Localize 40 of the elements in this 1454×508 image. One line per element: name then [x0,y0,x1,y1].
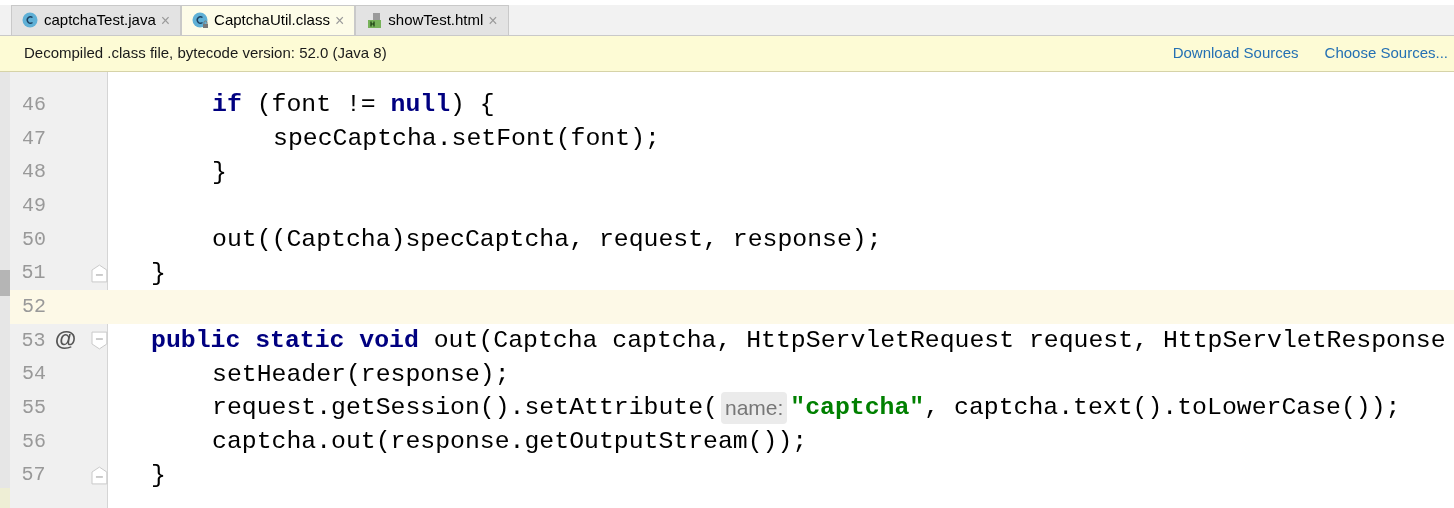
code-text: } [151,257,166,289]
code-text: request.getSession().setAttribute( [212,392,718,424]
line-number: 47 [21,125,46,152]
banner-link[interactable]: Choose Sources... [1324,42,1448,65]
string-literal: "captcha" [790,392,925,424]
code-text: , captcha.text().toLowerCase()); [924,392,1401,424]
locked-class-icon [192,12,210,29]
banner-message: Decompiled .class file, bytecode version: 52.0 (Java 8) [24,43,388,64]
keyword: if [212,89,242,121]
line-number: 51 [20,260,46,287]
code-text: } [212,156,227,188]
editor-tab[interactable]: captchaTest.java × [11,5,182,35]
line-number: 46 [21,91,46,118]
editor-tab[interactable]: CaptchaUtil.class × [181,5,356,35]
line-number: 57 [20,462,46,489]
line-number: 55 [21,395,46,422]
keyword: public static void [151,325,419,357]
code-text: out(Captcha captcha, HttpServletRequest request, HttpServletResponse [432,325,1446,357]
line-number: 53 [20,327,46,354]
editor-tab[interactable]: showTest.html × [355,5,509,35]
line-number: 50 [21,226,46,253]
code-text: captcha.out(response.getOutputStream()); [212,426,808,458]
code-text: ) { [450,89,495,121]
code-text: specCaptcha.setFont(font); [273,122,660,154]
keyword: null [390,89,451,121]
code-text: setHeader(response); [212,358,510,390]
code-text: out((Captcha)specCaptcha, request, response); [212,224,882,255]
override-marker[interactable]: @ [54,327,77,350]
line-number: 56 [21,428,46,455]
line-number: 54 [21,361,46,388]
html-file-icon [366,12,384,29]
close-icon[interactable]: × [334,12,345,29]
line-number: 48 [21,159,46,186]
code-text: (font != [255,89,377,121]
banner-link[interactable]: Download Sources [1172,42,1299,65]
line-number: 52 [21,293,46,320]
line-number: 49 [21,192,46,219]
class-icon [22,12,39,29]
parameter-hint: name: [720,392,788,424]
code-text: } [151,459,166,491]
